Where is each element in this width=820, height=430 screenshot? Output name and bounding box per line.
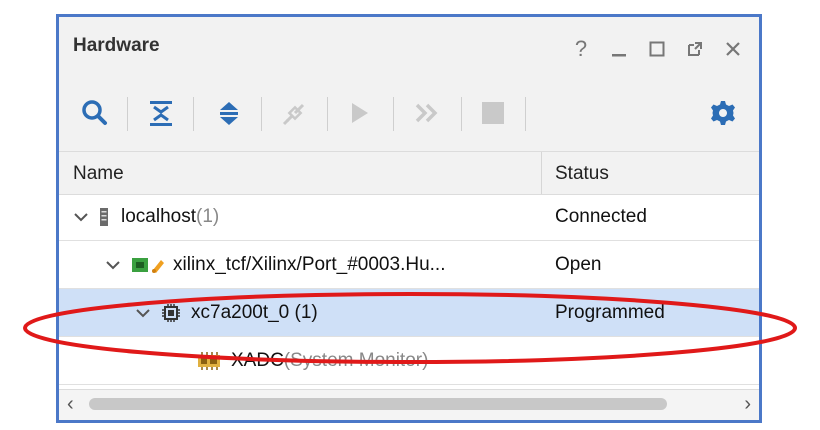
- run-icon[interactable]: [339, 93, 379, 133]
- hardware-tree: localhost (1) Connected xilinx_tcf/Xilin…: [59, 193, 759, 385]
- auto-connect-icon[interactable]: [275, 93, 315, 133]
- scrollbar-thumb[interactable]: [89, 398, 667, 410]
- server-icon: [99, 207, 109, 227]
- help-icon[interactable]: ?: [569, 37, 593, 61]
- maximize-icon[interactable]: [645, 37, 669, 61]
- column-header-status[interactable]: Status: [555, 163, 609, 185]
- toolbar-separator: [393, 97, 394, 131]
- column-divider[interactable]: [541, 152, 542, 194]
- status-value: Open: [555, 253, 602, 275]
- float-icon[interactable]: [683, 37, 707, 61]
- board-icon: [131, 255, 165, 275]
- panel-titlebar: Hardware ?: [59, 17, 759, 79]
- panel-title: Hardware: [73, 35, 160, 56]
- stop-icon[interactable]: [473, 93, 513, 133]
- system-monitor-icon: [197, 351, 221, 371]
- hardware-panel: Hardware ? Name Status localhost (1) Con…: [56, 14, 762, 423]
- tree-row-xadc[interactable]: XADC (System Monitor): [59, 337, 759, 385]
- tree-row-device[interactable]: xc7a200t_0 (1) Programmed: [59, 289, 759, 337]
- table-header: Name Status: [59, 151, 759, 195]
- chevron-down-icon[interactable]: [135, 305, 151, 321]
- settings-icon[interactable]: [703, 93, 743, 133]
- close-icon[interactable]: [721, 37, 745, 61]
- run-all-icon[interactable]: [407, 93, 447, 133]
- tree-node: xc7a200t_0 (1): [135, 289, 318, 336]
- scroll-left-icon[interactable]: ‹: [67, 393, 74, 416]
- horizontal-scrollbar[interactable]: ‹ ›: [59, 389, 759, 420]
- minimize-icon[interactable]: [607, 37, 631, 61]
- scroll-right-icon[interactable]: ›: [744, 393, 751, 416]
- expand-all-icon[interactable]: [209, 93, 249, 133]
- search-icon[interactable]: [75, 93, 115, 133]
- toolbar-separator: [525, 97, 526, 131]
- tree-row-target[interactable]: xilinx_tcf/Xilinx/Port_#0003.Hu... Open: [59, 241, 759, 289]
- chevron-down-icon[interactable]: [105, 257, 121, 273]
- window-controls: ?: [569, 37, 745, 61]
- toolbar-separator: [261, 97, 262, 131]
- node-label: XADC: [231, 349, 284, 371]
- tree-node: XADC (System Monitor): [197, 337, 428, 384]
- column-header-name[interactable]: Name: [73, 163, 124, 185]
- collapse-all-icon[interactable]: [141, 93, 181, 133]
- node-label: xilinx_tcf/Xilinx/Port_#0003.Hu...: [173, 253, 446, 275]
- toolbar-separator: [461, 97, 462, 131]
- node-count: (1): [196, 205, 220, 227]
- node-label: localhost: [121, 205, 196, 227]
- status-value: Programmed: [555, 301, 665, 323]
- chip-icon: [161, 303, 181, 323]
- tree-node: localhost (1): [73, 193, 219, 240]
- status-value: Connected: [555, 205, 647, 227]
- node-label: xc7a200t_0 (1): [191, 301, 318, 323]
- toolbar: [59, 79, 759, 151]
- tree-row-localhost[interactable]: localhost (1) Connected: [59, 193, 759, 241]
- toolbar-separator: [193, 97, 194, 131]
- chevron-down-icon[interactable]: [73, 209, 89, 225]
- node-description: (System Monitor): [283, 349, 429, 371]
- toolbar-separator: [127, 97, 128, 131]
- tree-node: xilinx_tcf/Xilinx/Port_#0003.Hu...: [105, 241, 445, 288]
- toolbar-separator: [327, 97, 328, 131]
